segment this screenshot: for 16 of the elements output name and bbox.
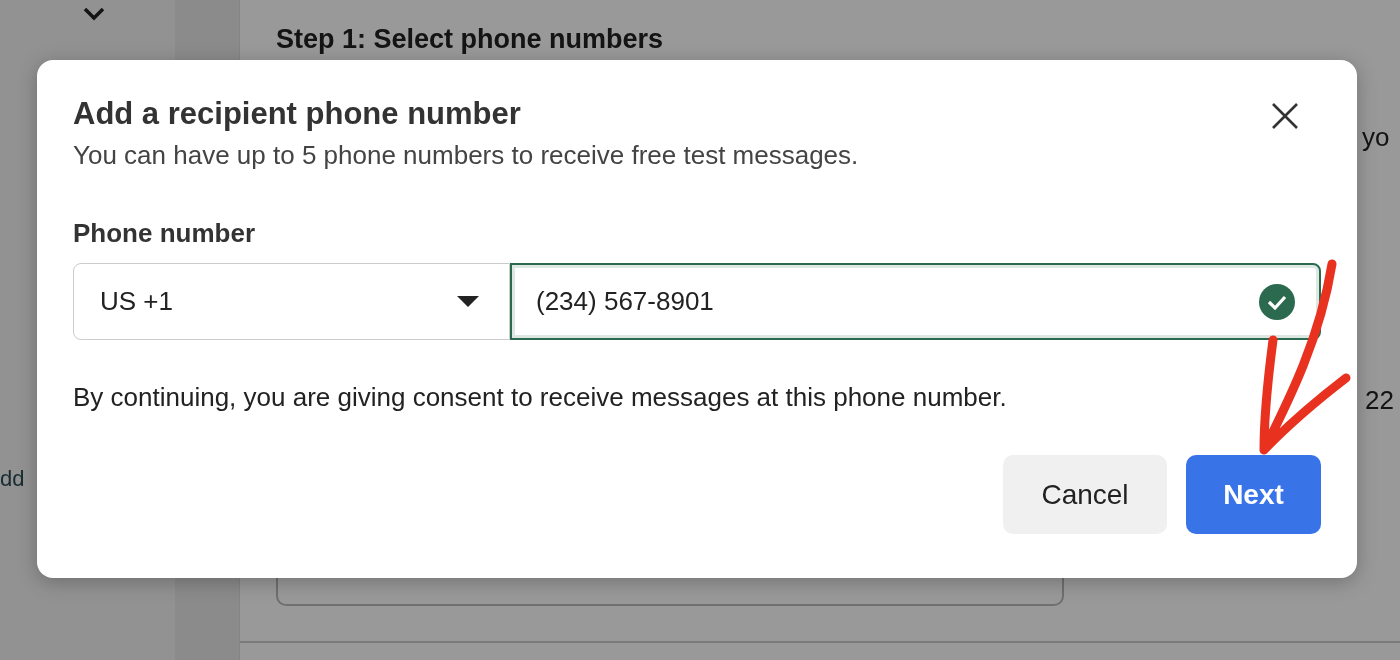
consent-text: By continuing, you are giving consent to receive messages at this phone number. [73, 382, 1008, 413]
body-text: yo [1362, 122, 1390, 153]
dialog-subtitle: You can have up to 5 phone numbers to receive free test messages. [73, 140, 860, 171]
check-icon [1259, 283, 1295, 320]
phone-input-field[interactable]: (234) 567-8901 [510, 263, 1321, 340]
step-title: Step 1: Select phone numbers [276, 24, 664, 55]
next-button[interactable]: Next [1186, 455, 1321, 534]
close-icon[interactable] [1271, 102, 1299, 130]
sidebar-text: dd [0, 466, 25, 492]
country-select[interactable]: US +1 [73, 263, 510, 340]
cancel-button[interactable]: Cancel [1003, 455, 1167, 534]
dialog-title: Add a recipient phone number [73, 96, 521, 132]
chevron-down-icon[interactable] [82, 6, 106, 22]
caret-icon [457, 295, 479, 308]
body-text: 22 [1365, 385, 1394, 416]
field-label: Phone number [73, 218, 256, 249]
